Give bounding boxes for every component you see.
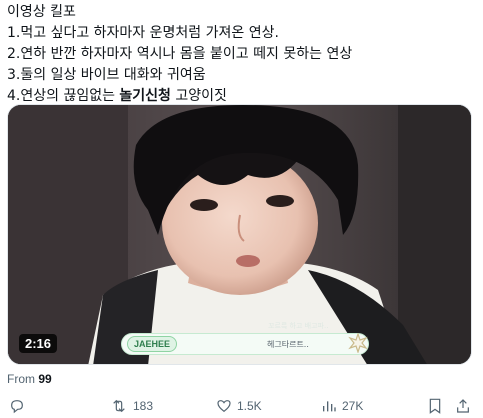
share-button[interactable] xyxy=(455,398,471,414)
views-icon xyxy=(323,401,336,412)
like-count: 1.5K xyxy=(237,399,262,413)
heart-icon xyxy=(217,400,231,413)
retweet-icon xyxy=(113,399,125,413)
source-account[interactable]: 99 xyxy=(38,372,51,386)
retweet-count: 183 xyxy=(133,399,154,413)
share-icon xyxy=(457,399,469,413)
video-frame xyxy=(8,105,471,364)
tweet-line-5-post: 고양이짓 xyxy=(170,88,227,104)
video-player[interactable]: 꼬르륵 하고 배고파.. JAEHEE 헤그타르트.. 2:16 xyxy=(7,104,472,365)
video-name-bar: JAEHEE 헤그타르트.. xyxy=(121,333,369,355)
retweet-button[interactable]: 183 xyxy=(110,398,153,414)
views-count: 27K xyxy=(342,399,364,413)
video-caption: 꼬르륵 하고 배고파.. xyxy=(268,322,329,330)
tweet-line-3: 2.연하 반깐 하자마자 역시나 몸을 붙이고 떼지 못하는 연상 xyxy=(7,46,353,62)
tweet-line-5-bold: 놀기신청 xyxy=(119,88,171,104)
reply-icon xyxy=(11,400,23,414)
tweet-text: 이영상 킬포 1.먹고 싶다고 하자마자 운명처럼 가져온 연상. 2.연하 반… xyxy=(7,2,477,107)
sparkle-badge-icon xyxy=(348,333,368,353)
tweet-line-2: 1.먹고 싶다고 하자마자 운명처럼 가져온 연상. xyxy=(7,25,279,41)
bookmark-button[interactable] xyxy=(428,398,442,414)
like-button[interactable]: 1.5K xyxy=(216,398,262,414)
name-tag: JAEHEE xyxy=(127,336,178,352)
reply-button[interactable] xyxy=(9,398,25,414)
source-attribution[interactable]: From 99 xyxy=(7,372,52,386)
tweet-line-1: 이영상 킬포 xyxy=(7,4,76,20)
bookmark-icon xyxy=(429,398,441,414)
source-prefix: From xyxy=(7,372,35,386)
tweet-line-4: 3.둘의 일상 바이브 대화와 귀여움 xyxy=(7,67,206,83)
video-chat-text: 헤그타르트.. xyxy=(267,340,309,349)
tweet-actions: 183 1.5K 27K xyxy=(0,398,483,418)
tweet-line-5-pre: 4.연상의 끊임없는 xyxy=(7,88,120,104)
views-button[interactable]: 27K xyxy=(321,398,363,414)
video-duration: 2:16 xyxy=(19,334,58,353)
